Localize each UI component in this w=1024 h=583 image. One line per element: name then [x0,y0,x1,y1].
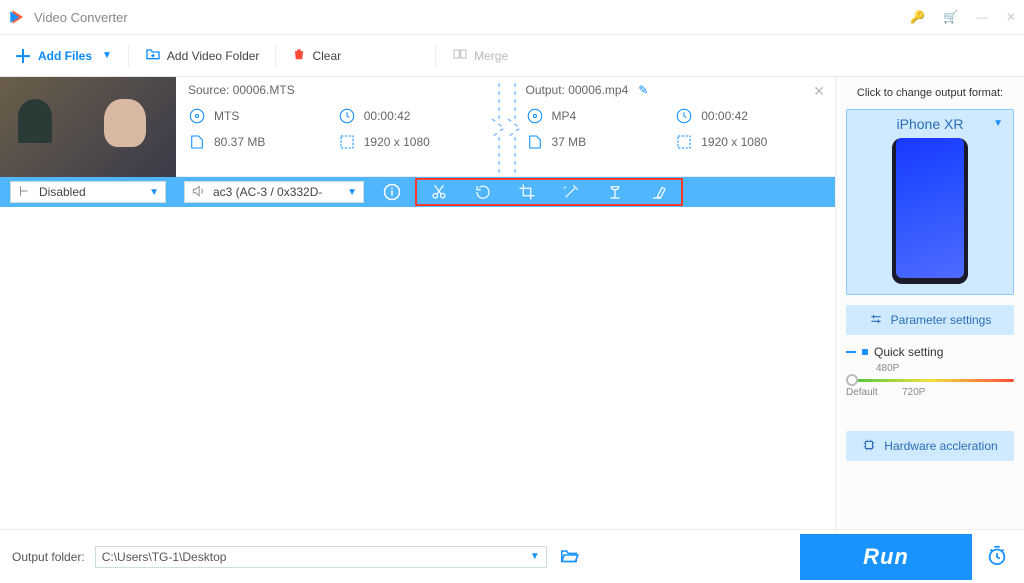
file-icon [188,133,206,151]
footer: Output folder: C:\Users\TG-1\Desktop ▼ R… [0,529,1024,583]
subtitle-dropdown[interactable]: Disabled ▼ [10,181,166,203]
clock-icon [675,107,693,125]
main-toolbar: ＋ Add Files ▼ Add Video Folder Clear Mer… [0,35,1024,77]
output-folder-value: C:\Users\TG-1\Desktop [102,550,227,564]
chip-icon [862,438,876,455]
cart-icon[interactable]: 🛒 [943,10,958,24]
effects-button[interactable] [549,180,593,204]
chevron-down-icon: ▼ [347,187,357,198]
disc-icon [188,107,206,125]
add-files-label: Add Files [38,49,92,63]
quick-setting-group: Quick setting 480P Default 720P [846,345,1014,401]
disc-icon [526,107,544,125]
run-label: Run [863,544,909,570]
file-icon [526,133,544,151]
hardware-acceleration-button[interactable]: Hardware accleration [846,431,1014,461]
crop-button[interactable] [505,180,549,204]
folder-plus-icon [145,46,161,65]
edit-tools-group [415,178,683,206]
key-icon[interactable]: 🔑 [910,10,925,24]
quality-slider[interactable]: 480P Default 720P [846,367,1014,401]
subtitle-edit-button[interactable] [637,180,681,204]
audio-track-dropdown[interactable]: ac3 (AC-3 / 0x332D- ▼ [184,181,364,203]
merge-label: Merge [474,49,508,63]
output-folder-dropdown[interactable]: C:\Users\TG-1\Desktop ▼ [95,546,547,568]
run-button[interactable]: Run [800,534,972,580]
src-dimensions: 1920 x 1080 [364,135,430,149]
file-list-area: ✕ Source: 00006.MTS MTS 00:00:42 80.37 M… [0,77,836,529]
src-duration: 00:00:42 [364,109,411,123]
out-duration: 00:00:42 [701,109,748,123]
sliders-icon [869,312,883,329]
output-format-selector[interactable]: iPhone XR ▼ [846,109,1014,295]
change-format-label: Click to change output format: [846,87,1014,99]
parameter-settings-button[interactable]: Parameter settings [846,305,1014,335]
quick-setting-label: Quick setting [874,345,943,359]
track-options-strip: Disabled ▼ ac3 (AC-3 / 0x332D- ▼ [0,177,835,207]
watermark-button[interactable] [593,180,637,204]
add-folder-label: Add Video Folder [167,49,260,63]
speaker-icon [191,184,205,201]
video-thumbnail[interactable] [0,77,176,177]
rotate-button[interactable] [461,180,505,204]
src-format: MTS [214,109,239,123]
param-settings-label: Parameter settings [891,313,992,327]
chevron-down-icon: ▼ [993,118,1003,129]
cut-button[interactable] [417,180,461,204]
hw-accel-label: Hardware accleration [884,439,997,453]
titlebar: Video Converter 🔑 🛒 ― ✕ [0,0,1024,35]
dimensions-icon [675,133,693,151]
clear-button[interactable]: Clear [278,35,355,76]
app-logo-icon [8,8,26,26]
remove-file-button[interactable]: ✕ [813,83,825,100]
trash-icon [292,47,306,64]
slider-knob[interactable] [846,374,858,386]
chevron-down-icon: ▼ [530,551,540,562]
out-dimensions: 1920 x 1080 [701,135,767,149]
merge-button[interactable]: Merge [438,35,522,76]
dimensions-icon [338,133,356,151]
merge-icon [452,46,468,65]
out-format: MP4 [552,109,577,123]
minimize-button[interactable]: ― [976,10,988,24]
edit-output-name-button[interactable]: ✎ [638,83,648,97]
out-size: 37 MB [552,135,587,149]
convert-arrow [488,83,526,172]
open-output-folder-button[interactable] [559,547,579,566]
source-header: Source: 00006.MTS [188,83,488,97]
audio-value: ac3 (AC-3 / 0x332D- [213,185,322,199]
device-name: iPhone XR [897,116,964,132]
subtitle-value: Disabled [39,185,86,199]
output-folder-label: Output folder: [12,550,85,564]
output-header: Output: 00006.mp4 [526,83,629,97]
clear-label: Clear [312,49,341,63]
subtitle-icon [17,184,31,201]
slider-tick-default: Default [846,387,878,398]
chevron-down-icon: ▼ [149,187,159,198]
output-panel: Click to change output format: iPhone XR… [836,77,1024,529]
slider-tick-720p: 720P [902,387,925,398]
slider-tick-480p: 480P [876,363,899,374]
phone-preview-icon [892,138,968,284]
file-row[interactable]: ✕ Source: 00006.MTS MTS 00:00:42 80.37 M… [0,77,835,177]
add-files-button[interactable]: ＋ Add Files ▼ [0,35,126,76]
window-title: Video Converter [34,10,910,25]
scheduler-button[interactable] [982,544,1012,569]
workspace: ✕ Source: 00006.MTS MTS 00:00:42 80.37 M… [0,77,1024,529]
add-video-folder-button[interactable]: Add Video Folder [131,35,274,76]
chevron-down-icon: ▼ [102,50,112,61]
plus-icon: ＋ [14,43,32,69]
clock-icon [338,107,356,125]
info-button[interactable] [383,183,401,201]
close-window-button[interactable]: ✕ [1006,10,1016,24]
src-size: 80.37 MB [214,135,265,149]
